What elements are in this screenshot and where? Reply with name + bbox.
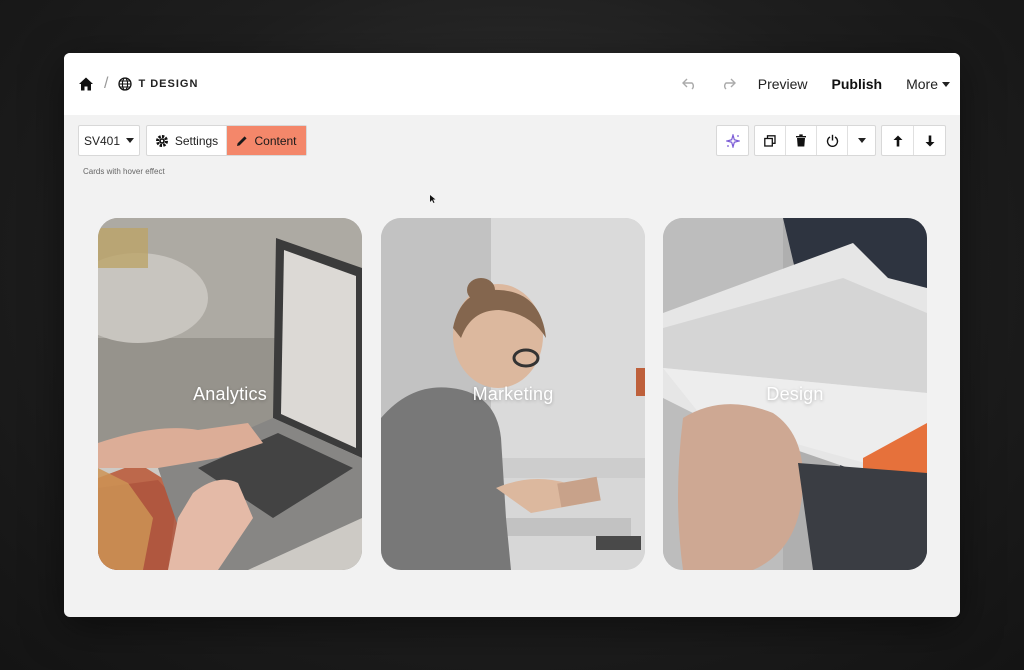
settings-label: Settings bbox=[174, 133, 219, 148]
power-icon bbox=[826, 134, 838, 147]
more-label: More bbox=[906, 76, 938, 92]
caret-down-icon bbox=[857, 138, 866, 143]
move-down-button[interactable] bbox=[914, 126, 945, 155]
duplicate-icon bbox=[764, 134, 776, 147]
variant-label: SV401 bbox=[83, 133, 121, 148]
ai-assist-button[interactable] bbox=[717, 126, 748, 155]
breadcrumb-separator: / bbox=[104, 75, 109, 92]
duplicate-button[interactable] bbox=[755, 126, 786, 155]
pencil-icon bbox=[237, 135, 248, 146]
site-name: T DESIGN bbox=[138, 78, 199, 90]
card-analytics[interactable]: Analytics bbox=[98, 218, 362, 570]
move-group bbox=[881, 125, 946, 156]
card-title: Marketing bbox=[472, 384, 554, 404]
preview-button[interactable]: Preview bbox=[758, 76, 808, 92]
home-icon[interactable] bbox=[78, 76, 94, 92]
top-actions: Preview Publish More bbox=[676, 53, 950, 115]
block-toolbar: SV401 Settings Content bbox=[78, 125, 946, 156]
arrow-up-icon bbox=[893, 135, 902, 146]
block-description: Cards with hover effect bbox=[83, 167, 165, 176]
more-actions-dropdown[interactable] bbox=[848, 126, 875, 155]
caret-down-icon bbox=[126, 138, 135, 143]
top-bar: / T DESIGN Preview Publish More bbox=[64, 53, 960, 115]
block-actions-group bbox=[754, 125, 876, 156]
card-title: Design bbox=[766, 384, 824, 404]
delete-button[interactable] bbox=[786, 126, 817, 155]
publish-button[interactable]: Publish bbox=[832, 76, 883, 92]
sparkle-icon bbox=[725, 133, 740, 148]
arrow-down-icon bbox=[925, 135, 934, 146]
trash-icon bbox=[796, 134, 806, 147]
variant-group: SV401 bbox=[78, 125, 140, 156]
gear-icon bbox=[155, 134, 168, 147]
ai-group bbox=[716, 125, 749, 156]
editor-window: / T DESIGN Preview Publish More SV401 Se… bbox=[64, 53, 960, 617]
redo-icon[interactable] bbox=[714, 70, 742, 98]
mouse-cursor-icon bbox=[430, 190, 436, 208]
breadcrumb: / T DESIGN bbox=[78, 75, 198, 93]
card-design[interactable]: Design bbox=[663, 218, 927, 570]
undo-icon[interactable] bbox=[676, 70, 704, 98]
card-marketing[interactable]: Marketing bbox=[381, 218, 645, 570]
move-up-button[interactable] bbox=[882, 126, 914, 155]
more-menu-button[interactable]: More bbox=[906, 76, 950, 92]
settings-button[interactable]: Settings bbox=[147, 126, 227, 155]
content-button[interactable]: Content bbox=[227, 126, 306, 155]
content-label: Content bbox=[254, 133, 297, 148]
toggle-visibility-button[interactable] bbox=[817, 126, 848, 155]
site-link[interactable]: T DESIGN bbox=[118, 77, 198, 91]
caret-down-icon bbox=[942, 81, 950, 87]
mode-group: Settings Content bbox=[146, 125, 307, 156]
card-title: Analytics bbox=[193, 384, 267, 404]
variant-dropdown[interactable]: SV401 bbox=[79, 126, 139, 155]
globe-icon bbox=[118, 77, 133, 91]
